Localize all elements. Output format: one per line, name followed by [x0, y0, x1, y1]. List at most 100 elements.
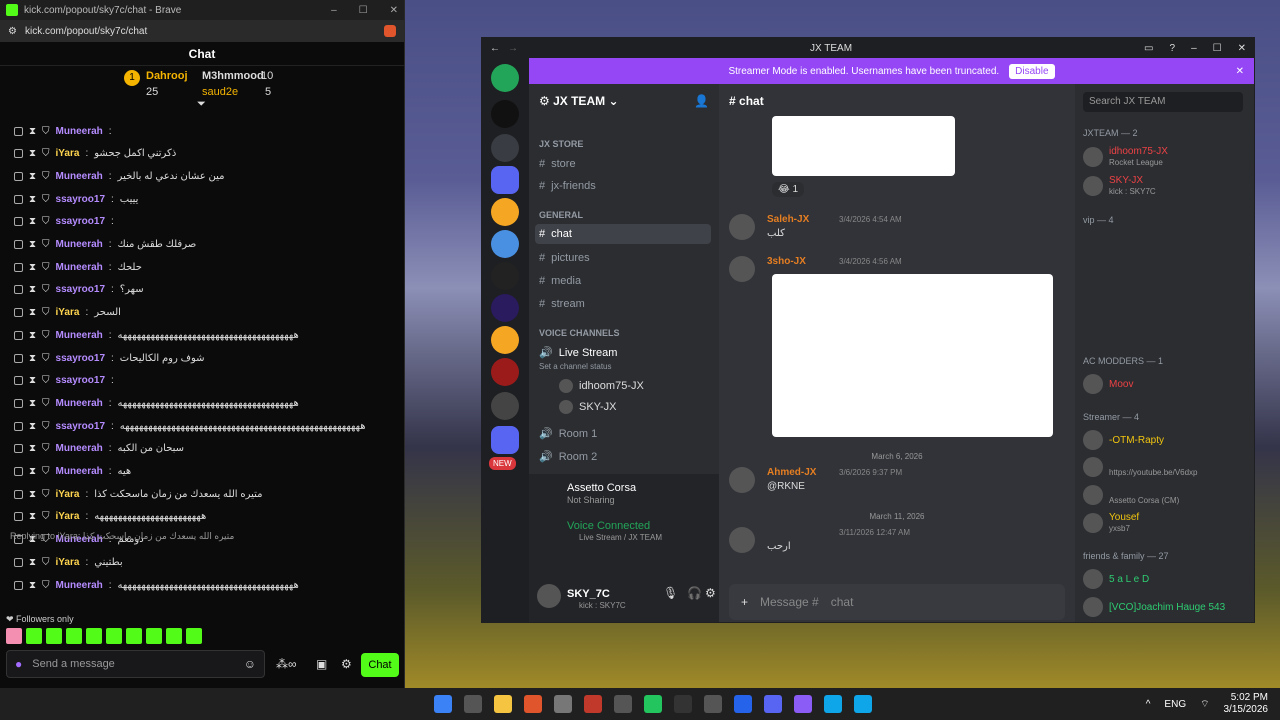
- disable-button[interactable]: Disable: [1009, 63, 1055, 79]
- drawing-image[interactable]: [772, 116, 955, 176]
- emote-icon[interactable]: [46, 628, 62, 644]
- username[interactable]: ssayroo17: [56, 353, 105, 364]
- username[interactable]: iYara: [56, 489, 80, 500]
- search-icon[interactable]: [464, 695, 482, 713]
- brave-icon[interactable]: [524, 695, 542, 713]
- message-composer[interactable]: + Message # chat: [729, 584, 1065, 620]
- maximize-button[interactable]: ☐: [1213, 43, 1222, 54]
- username[interactable]: iYara: [56, 307, 80, 318]
- channel-pictures[interactable]: # pictures: [539, 252, 590, 264]
- avatar[interactable]: [729, 256, 755, 282]
- emote-icon[interactable]: [6, 628, 22, 644]
- dog-drawing-image[interactable]: [772, 274, 1053, 437]
- chat-send-button[interactable]: Chat: [361, 653, 399, 677]
- headphones-icon[interactable]: 🎧: [687, 586, 702, 600]
- member-item[interactable]: Yousef yxsb7: [1083, 512, 1139, 534]
- username[interactable]: Muneerah: [56, 398, 103, 409]
- settings-icon[interactable]: ⚙: [705, 586, 716, 600]
- voice-room-1[interactable]: 🔊 Room 1: [539, 427, 597, 441]
- avatar[interactable]: [729, 527, 755, 553]
- server-icon[interactable]: [491, 230, 519, 258]
- inbox-icon[interactable]: ▭: [1144, 43, 1153, 54]
- reaction[interactable]: 😂 1: [772, 182, 805, 197]
- url-text[interactable]: kick.com/popout/sky7c/chat: [25, 26, 147, 37]
- member-item[interactable]: Moov: [1083, 374, 1133, 394]
- user-name[interactable]: SKY_7C: [567, 588, 610, 600]
- app-icon[interactable]: [584, 695, 602, 713]
- channel-chat[interactable]: # chat: [539, 228, 572, 240]
- folder-icon[interactable]: [491, 166, 519, 194]
- author[interactable]: 3sho-JX: [767, 256, 806, 267]
- search-input[interactable]: Search JX TEAM: [1083, 92, 1243, 112]
- channel-status[interactable]: Set a channel status: [539, 362, 612, 371]
- emote-icon[interactable]: [66, 628, 82, 644]
- voice-user[interactable]: idhoom75-JX: [559, 379, 644, 393]
- minimize-button[interactable]: –: [1191, 43, 1197, 54]
- server-icon[interactable]: [491, 392, 519, 420]
- forward-icon[interactable]: →: [508, 43, 518, 54]
- channel-store[interactable]: # store: [539, 158, 576, 170]
- username[interactable]: Muneerah: [56, 443, 103, 454]
- site-info-icon[interactable]: ⚙: [8, 26, 17, 37]
- server-icon[interactable]: [491, 262, 519, 290]
- message-input[interactable]: ● Send a message ☺: [6, 650, 265, 678]
- leader-name[interactable]: Dahrooj: [146, 70, 188, 82]
- member-item[interactable]: https://youtube.be/V6dxp: [1083, 456, 1198, 478]
- app-icon[interactable]: [734, 695, 752, 713]
- start-icon[interactable]: [434, 695, 452, 713]
- avatar[interactable]: [729, 467, 755, 493]
- home-server-icon[interactable]: [491, 64, 519, 92]
- member-item[interactable]: 5 a L e D: [1083, 569, 1149, 589]
- emote-icon[interactable]: [86, 628, 102, 644]
- server-icon[interactable]: [491, 294, 519, 322]
- channel-jx-friends[interactable]: # jx-friends: [539, 180, 596, 192]
- username[interactable]: Muneerah: [56, 580, 103, 591]
- channel-stream[interactable]: # stream: [539, 298, 585, 310]
- help-icon[interactable]: ?: [1170, 43, 1176, 54]
- leader-name[interactable]: saud2e: [202, 86, 238, 98]
- add-attachment-icon[interactable]: +: [741, 595, 748, 609]
- username[interactable]: Muneerah: [56, 171, 103, 182]
- category-store[interactable]: JX STORE: [539, 139, 583, 149]
- emote-icon[interactable]: [106, 628, 122, 644]
- member-item[interactable]: SKY-JX kick : SKY7C: [1083, 175, 1156, 197]
- username[interactable]: Muneerah: [56, 239, 103, 250]
- category-general[interactable]: GENERAL: [539, 210, 583, 220]
- member-item[interactable]: -OTM-Rapty: [1083, 430, 1164, 450]
- app-icon[interactable]: [614, 695, 632, 713]
- close-button[interactable]: ✕: [390, 5, 398, 16]
- store-icon[interactable]: ▣: [316, 657, 327, 671]
- maximize-button[interactable]: ☐: [359, 5, 368, 16]
- app-icon[interactable]: [674, 695, 692, 713]
- mic-icon[interactable]: ●: [15, 657, 22, 671]
- users-icon[interactable]: ⁂∞: [276, 657, 297, 671]
- emote-icon[interactable]: [186, 628, 202, 644]
- brave-shield-icon[interactable]: [384, 25, 396, 37]
- server-icon[interactable]: [491, 358, 519, 386]
- discord-icon[interactable]: [764, 695, 782, 713]
- emote-icon[interactable]: [126, 628, 142, 644]
- clock[interactable]: 5:02 PM 3/15/2026: [1224, 692, 1269, 716]
- author[interactable]: Ahmed-JX: [767, 467, 816, 478]
- avatar[interactable]: [729, 214, 755, 240]
- username[interactable]: Muneerah: [56, 126, 103, 137]
- emoji-icon[interactable]: ☺: [244, 657, 256, 671]
- voice-channel-live[interactable]: 🔊 Live Stream: [539, 346, 617, 360]
- voice-connected[interactable]: Voice Connected: [567, 520, 650, 532]
- username[interactable]: Muneerah: [56, 262, 103, 273]
- username[interactable]: Muneerah: [56, 330, 103, 341]
- server-icon[interactable]: [491, 134, 519, 162]
- username[interactable]: ssayroo17: [56, 194, 105, 205]
- username[interactable]: Muneerah: [56, 466, 103, 477]
- app-icon[interactable]: [554, 695, 572, 713]
- channel-media[interactable]: # media: [539, 275, 581, 287]
- close-button[interactable]: ✕: [1238, 43, 1246, 54]
- lang-indicator[interactable]: ENG: [1164, 699, 1186, 710]
- username[interactable]: iYara: [56, 557, 80, 568]
- address-bar[interactable]: ⚙ kick.com/popout/sky7c/chat: [0, 20, 404, 42]
- app-icon[interactable]: [794, 695, 812, 713]
- username[interactable]: iYara: [56, 148, 80, 159]
- username[interactable]: ssayroo17: [56, 284, 105, 295]
- username[interactable]: ssayroo17: [56, 421, 105, 432]
- settings-icon[interactable]: ⚙: [341, 657, 352, 671]
